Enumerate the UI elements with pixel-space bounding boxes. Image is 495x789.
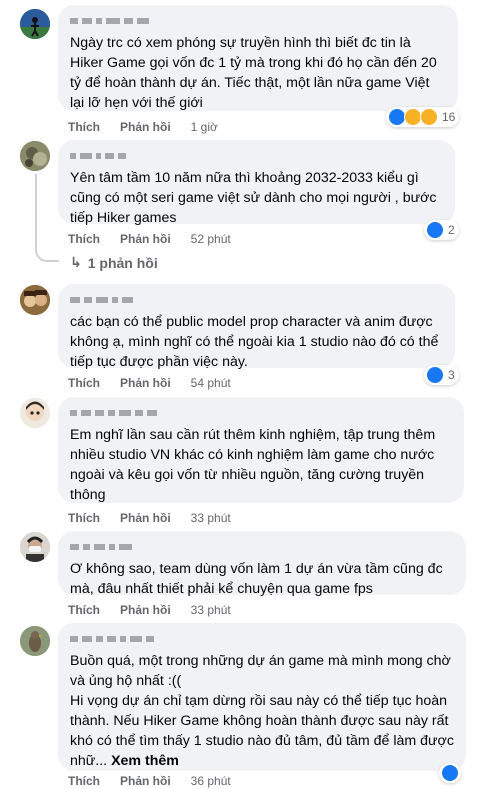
comment-bubble: Buồn quá, một trong những dự án game mà … <box>58 623 466 771</box>
author-name-blurred[interactable] <box>70 407 452 421</box>
like-button[interactable]: Thích <box>68 511 100 525</box>
like-reaction-icon <box>426 221 444 239</box>
timestamp[interactable]: 36 phút <box>191 774 231 788</box>
like-reaction-icon <box>426 366 444 384</box>
reaction-summary[interactable]: 2 <box>424 220 459 240</box>
comment-text: các bạn có thể public model prop charact… <box>70 314 439 370</box>
reaction-summary[interactable]: 16 <box>386 107 460 127</box>
comment-actions: Thích Phản hồi 33 phút <box>68 510 231 526</box>
comment-text: Em nghĩ lần sau cần rút thêm kinh nghiệm… <box>70 427 436 503</box>
like-button[interactable]: Thích <box>68 376 100 390</box>
view-replies-link[interactable]: ↳ 1 phản hồi <box>70 254 158 271</box>
timestamp[interactable]: 33 phút <box>191 603 231 617</box>
like-button[interactable]: Thích <box>68 774 100 788</box>
comment-text: Buồn quá, một trong những dự án game mà … <box>70 651 454 771</box>
reply-button[interactable]: Phản hồi <box>120 774 171 788</box>
like-button[interactable]: Thích <box>68 120 100 134</box>
reply-button[interactable]: Phản hồi <box>120 376 171 390</box>
avatar[interactable] <box>20 398 50 428</box>
timestamp[interactable]: 33 phút <box>191 511 231 525</box>
comment-text-body: Buồn quá, một trong những dự án game mà … <box>70 653 454 769</box>
comment-bubble: Ngày trc có xem phóng sự truyền hình thì… <box>58 5 458 111</box>
avatar[interactable] <box>20 141 50 171</box>
like-button[interactable]: Thích <box>68 232 100 246</box>
reply-button[interactable]: Phản hồi <box>120 603 171 617</box>
comment-text: Yên tâm tầm 10 năm nữa thì khoảng 2032-2… <box>70 170 437 226</box>
thread-line <box>35 174 37 244</box>
avatar[interactable] <box>20 9 50 39</box>
author-name-blurred[interactable] <box>70 633 454 647</box>
reaction-count: 16 <box>442 110 456 124</box>
reply-button[interactable]: Phản hồi <box>120 511 171 525</box>
like-reaction-icon <box>441 764 459 782</box>
like-button[interactable]: Thích <box>68 603 100 617</box>
avatar[interactable] <box>20 532 50 562</box>
comment-actions: Thích Phản hồi 1 giờ <box>68 119 218 135</box>
reaction-count: 3 <box>448 368 455 382</box>
author-name-blurred[interactable] <box>70 541 454 555</box>
reply-button[interactable]: Phản hồi <box>120 120 171 134</box>
comment-actions: Thích Phản hồi 33 phút <box>68 602 231 618</box>
avatar[interactable] <box>20 626 50 656</box>
thread-connector <box>35 244 59 262</box>
see-more-link[interactable]: Xem thêm <box>111 753 179 769</box>
comment-actions: Thích Phản hồi 54 phút <box>68 375 231 391</box>
comment-text: Ơ không sao, team dùng vốn làm 1 dự án v… <box>70 561 443 597</box>
reply-arrow-icon: ↳ <box>70 254 82 270</box>
comment-bubble: Yên tâm tầm 10 năm nữa thì khoảng 2032-2… <box>58 140 455 226</box>
reaction-summary[interactable] <box>439 763 461 783</box>
author-name-blurred[interactable] <box>70 294 443 308</box>
reaction-summary[interactable]: 3 <box>424 365 459 385</box>
replies-count-label: 1 phản hồi <box>87 254 158 271</box>
comment-text: Ngày trc có xem phóng sự truyền hình thì… <box>70 35 437 111</box>
avatar[interactable] <box>20 285 50 315</box>
comment-bubble: Ơ không sao, team dùng vốn làm 1 dự án v… <box>58 531 466 597</box>
reply-button[interactable]: Phản hồi <box>120 232 171 246</box>
timestamp[interactable]: 1 giờ <box>191 120 218 134</box>
comment-bubble: Em nghĩ lần sau cần rút thêm kinh nghiệm… <box>58 397 464 503</box>
reaction-count: 2 <box>448 223 455 237</box>
timestamp[interactable]: 52 phút <box>191 232 231 246</box>
comment-actions: Thích Phản hồi 52 phút <box>68 231 231 247</box>
author-name-blurred[interactable] <box>70 150 443 164</box>
timestamp[interactable]: 54 phút <box>191 376 231 390</box>
haha-reaction-icon <box>420 108 438 126</box>
author-name-blurred[interactable] <box>70 15 446 29</box>
comment-bubble: các bạn có thể public model prop charact… <box>58 284 455 370</box>
